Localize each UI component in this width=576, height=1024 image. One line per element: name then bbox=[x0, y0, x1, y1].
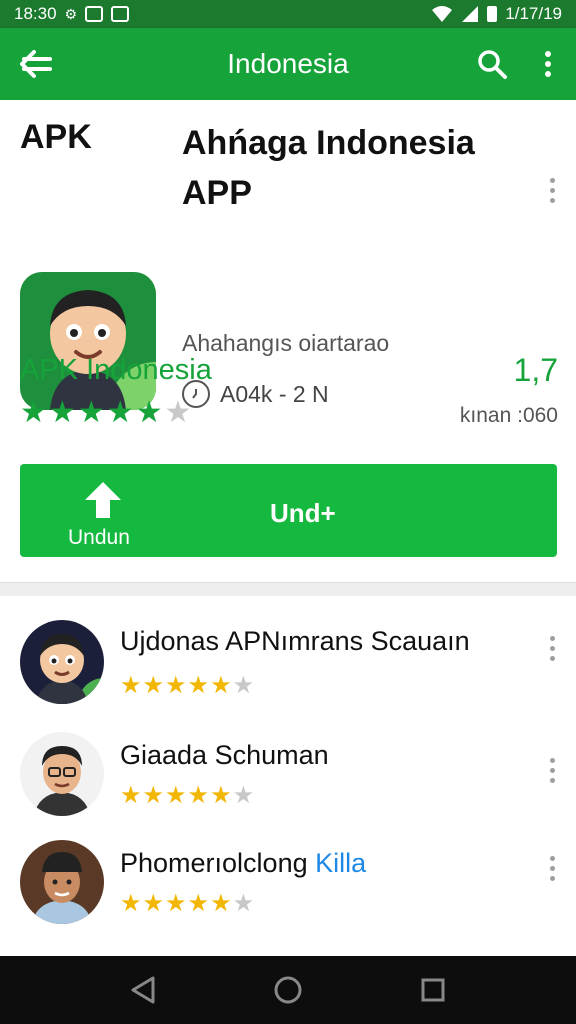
status-clock: 1/17/19 bbox=[505, 4, 562, 23]
more-vert-icon[interactable] bbox=[540, 178, 564, 203]
star-empty-icon: ★ bbox=[232, 890, 255, 917]
list-item-title-text: Giaada Schuman bbox=[120, 740, 329, 770]
search-button[interactable] bbox=[464, 28, 520, 100]
star-filled-icon: ★ bbox=[187, 782, 210, 809]
star-filled-icon: ★ bbox=[210, 672, 232, 699]
battery-icon bbox=[487, 6, 498, 22]
nav-home-button[interactable] bbox=[258, 960, 318, 1020]
star-filled-icon: ★ bbox=[120, 672, 142, 699]
signal-icon bbox=[462, 6, 479, 22]
list-item-stars: ★ ★ ★ ★ ★ ★ bbox=[120, 784, 254, 808]
list-item-stars: ★ ★ ★ ★ ★ ★ bbox=[120, 674, 254, 698]
install-main-label: Und+ bbox=[270, 498, 336, 528]
list-item-title-highlight: Killa bbox=[315, 848, 367, 878]
list-item[interactable]: Giaada Schuman ★ ★ ★ ★ ★ ★ bbox=[0, 732, 576, 842]
app-notification-icon bbox=[85, 6, 104, 22]
app-icon bbox=[20, 272, 156, 410]
system-nav-bar bbox=[0, 956, 576, 1024]
nav-back-button[interactable] bbox=[113, 960, 173, 1020]
rating-count: kınan :060 bbox=[459, 404, 558, 427]
status-bar: 18:30 ⚙ 1/17/19 bbox=[0, 0, 576, 28]
star-filled-icon: ★ bbox=[165, 672, 187, 699]
nav-recents-icon bbox=[421, 978, 445, 1002]
back-arrow-icon bbox=[20, 50, 52, 78]
star-filled-icon: ★ bbox=[187, 890, 210, 917]
star-filled-icon: ★ bbox=[120, 890, 142, 917]
list-item[interactable]: Phomerıolclong Killa ★ ★ ★ ★ ★ ★ bbox=[0, 840, 576, 950]
cap-avatar bbox=[20, 840, 104, 924]
developer-name[interactable]: APK Indonesia bbox=[20, 354, 212, 387]
star-empty-icon: ★ bbox=[164, 396, 192, 429]
more-vert-icon[interactable] bbox=[540, 758, 564, 783]
star-empty-icon: ★ bbox=[232, 672, 255, 699]
star-filled-icon: ★ bbox=[77, 396, 105, 429]
install-small-label: Undun bbox=[68, 526, 130, 549]
developer-rating-stars: ★ ★ ★ ★ ★ ★ bbox=[20, 398, 191, 428]
app-subtitle: Ahahangıs oiartarao bbox=[182, 330, 390, 356]
app-notification-icon-2 bbox=[111, 6, 130, 22]
nav-home-icon bbox=[274, 976, 302, 1004]
upload-arrow-icon bbox=[68, 480, 138, 520]
search-icon bbox=[478, 50, 507, 79]
overflow-menu-button[interactable] bbox=[520, 28, 576, 100]
star-filled-icon: ★ bbox=[142, 890, 165, 917]
notification-icon: ⚙ bbox=[64, 5, 78, 22]
app-meta-text: A04k - 2 N bbox=[220, 380, 329, 407]
glasses-avatar bbox=[20, 732, 104, 816]
more-vert-icon[interactable] bbox=[540, 856, 564, 881]
star-filled-icon: ★ bbox=[165, 782, 187, 809]
star-filled-icon: ★ bbox=[106, 396, 134, 429]
back-button[interactable] bbox=[0, 28, 72, 100]
star-filled-icon: ★ bbox=[142, 672, 165, 699]
star-filled-icon: ★ bbox=[210, 890, 232, 917]
star-filled-icon: ★ bbox=[20, 396, 47, 429]
app-bar: Indonesia bbox=[0, 28, 576, 100]
list-item-title: Phomerıolclong Killa bbox=[120, 848, 366, 879]
list-item-title: Ujdonas APNımrans Scauaın bbox=[120, 626, 470, 657]
list-item-title-text: Phomerıolclong bbox=[120, 848, 308, 878]
apk-tag: APK bbox=[20, 118, 92, 156]
list-item[interactable]: Ujdonas APNımrans Scauaın ★ ★ ★ ★ ★ ★ bbox=[0, 618, 576, 728]
star-filled-icon: ★ bbox=[120, 782, 142, 809]
status-time: 18:30 bbox=[14, 4, 57, 23]
nav-recents-button[interactable] bbox=[403, 960, 463, 1020]
list-item-stars: ★ ★ ★ ★ ★ ★ bbox=[120, 892, 254, 916]
star-filled-icon: ★ bbox=[165, 890, 187, 917]
cartoon-avatar bbox=[20, 620, 104, 704]
star-filled-icon: ★ bbox=[135, 396, 163, 429]
wifi-icon bbox=[432, 6, 453, 22]
nav-back-icon bbox=[131, 976, 155, 1004]
rating-value: 1,7 bbox=[513, 352, 558, 388]
star-filled-icon: ★ bbox=[142, 782, 165, 809]
more-vert-icon[interactable] bbox=[540, 636, 564, 661]
section-divider bbox=[0, 582, 576, 596]
list-item-title-text: Ujdonas APNımrans Scauaın bbox=[120, 626, 470, 656]
star-filled-icon: ★ bbox=[210, 782, 232, 809]
app-name: Ahńaga Indonesia APP bbox=[182, 124, 475, 212]
more-vert-icon bbox=[545, 51, 551, 77]
star-empty-icon: ★ bbox=[232, 782, 255, 809]
star-filled-icon: ★ bbox=[187, 672, 210, 699]
install-button[interactable]: Undun Und+ bbox=[20, 464, 557, 557]
list-item-title: Giaada Schuman bbox=[120, 740, 329, 771]
star-filled-icon: ★ bbox=[48, 396, 76, 429]
